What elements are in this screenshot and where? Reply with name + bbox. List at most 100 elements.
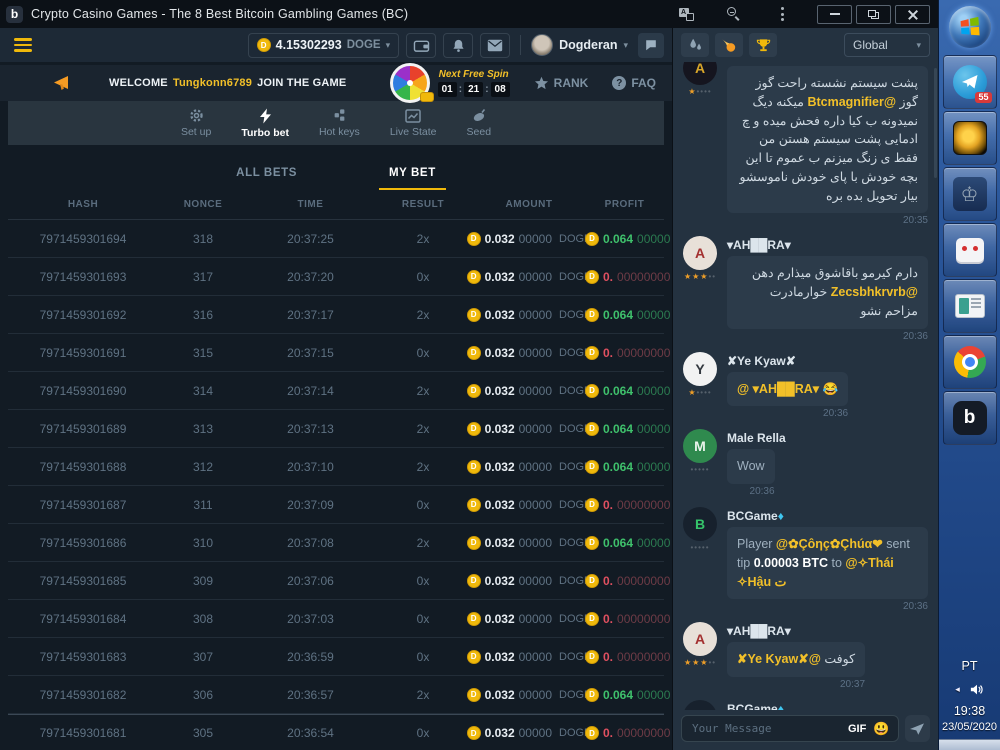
window-title: Crypto Casino Games - The 8 Best Bitcoin… <box>31 7 408 21</box>
mention[interactable]: @Btcmagnifier <box>807 95 896 109</box>
close-button[interactable] <box>895 5 930 24</box>
table-row[interactable]: 797145930169431820:37:252xD0.03200000DOG… <box>8 220 664 258</box>
time-cell: 20:37:25 <box>248 232 373 246</box>
table-row[interactable]: 797145930168731120:37:090xD0.03200000DOG… <box>8 486 664 524</box>
tab-all-bets[interactable]: ALL BETS <box>226 161 307 190</box>
amount-cell: D0.03200000DOGE <box>473 232 585 246</box>
amount-cell: D0.03200000DOGE <box>473 270 585 284</box>
emoji-button[interactable]: 😃 <box>873 721 889 737</box>
table-row[interactable]: 797145930169331720:37:200xD0.03200000DOG… <box>8 258 664 296</box>
rank-button[interactable]: RANK <box>534 76 589 90</box>
restore-button[interactable] <box>856 5 891 24</box>
chat-username[interactable]: ▾AH██RA▾ <box>727 238 928 252</box>
profit-cell: D0.06400000DOGE <box>585 460 672 474</box>
taskbar-crown-game[interactable]: ♔ <box>943 167 997 221</box>
nonce-cell: 311 <box>158 498 248 512</box>
chat-username[interactable]: BCGame♦ <box>727 702 928 710</box>
table-row[interactable]: 797145930168831220:37:102xD0.03200000DOG… <box>8 448 664 486</box>
chat-toggle-button[interactable] <box>638 33 664 58</box>
profit-cell: D0.06400000DOGE <box>585 384 672 398</box>
table-row[interactable]: 797145930169231620:37:172xD0.03200000DOG… <box>8 296 664 334</box>
wallet-button[interactable] <box>406 33 436 58</box>
tab-turbo-bet[interactable]: Turbo bet <box>241 108 289 139</box>
chat-bubble-wrap: Player @✿Çôηç✿Çhúα❤ sent tip 0.00003 BTC… <box>727 527 928 612</box>
table-row[interactable]: 797145930168530920:37:060xD0.03200000DOG… <box>8 562 664 600</box>
trophy-button[interactable] <box>749 33 777 57</box>
tab-live-state[interactable]: Live State <box>390 109 437 138</box>
speaker-icon[interactable] <box>970 683 984 696</box>
tab-seed[interactable]: Seed <box>467 108 492 138</box>
chat-username[interactable]: Male Rella <box>727 431 928 445</box>
avatar[interactable]: M <box>683 429 717 463</box>
tab-set-up[interactable]: Set up <box>181 108 211 138</box>
taskbar-bcgame[interactable]: b <box>943 391 997 445</box>
clock-date[interactable]: 23/05/2020 <box>942 721 997 733</box>
table-row[interactable]: 797145930169031420:37:142xD0.03200000DOG… <box>8 372 664 410</box>
time-cell: 20:37:17 <box>248 308 373 322</box>
avatar[interactable]: Y <box>683 352 717 386</box>
timer-hours: 01 <box>438 82 457 97</box>
avatar[interactable]: A <box>683 622 717 656</box>
notifications-bell-button[interactable] <box>443 33 473 58</box>
table-row[interactable]: 797145930169131520:37:150xD0.03200000DOG… <box>8 334 664 372</box>
fireball-button[interactable] <box>715 33 743 57</box>
nonce-cell: 313 <box>158 422 248 436</box>
taskbar-gold-game[interactable] <box>943 111 997 165</box>
windows-taskbar: 55 ♔ b PT ◂ 19:38 <box>938 0 1000 750</box>
table-row[interactable]: 797145930168130520:36:540xD0.03200000DOG… <box>8 714 664 750</box>
taskbar-chrome[interactable] <box>943 335 997 389</box>
table-row[interactable]: 797145930168631020:37:082xD0.03200000DOG… <box>8 524 664 562</box>
translate-icon[interactable]: A <box>673 4 699 24</box>
mention[interactable]: @Zecsbhkrvrb <box>831 285 918 299</box>
hidden-icons-arrow[interactable]: ◂ <box>955 684 960 695</box>
show-desktop-button[interactable] <box>939 739 1000 750</box>
avatar[interactable]: A <box>683 62 717 85</box>
chat-scrollbar[interactable] <box>934 68 937 178</box>
user-menu[interactable]: Dogderan ▾ <box>531 34 628 56</box>
chat-username[interactable]: ▾AH██RA▾ <box>727 624 928 638</box>
start-button[interactable] <box>939 0 1000 54</box>
taskbar-robot-app[interactable] <box>943 223 997 277</box>
table-row[interactable]: 797145930168430820:37:030xD0.03200000DOG… <box>8 600 664 638</box>
mention[interactable]: @ ▾AH██RA▾ <box>737 382 819 396</box>
avatar[interactable]: A <box>683 236 717 270</box>
chat-channel-select[interactable]: Global ▾ <box>844 33 930 57</box>
language-indicator[interactable]: PT <box>962 659 978 673</box>
doge-coin-icon: D <box>585 726 599 740</box>
mention[interactable]: @✿Çôηç✿Çhúα❤ <box>776 537 883 551</box>
avatar[interactable]: B <box>683 507 717 541</box>
rating-stars-on: ★★★ <box>684 658 709 667</box>
free-spin-widget[interactable]: Next Free Spin 01 : 21 : 08 <box>390 63 510 103</box>
taskbar-window-app[interactable] <box>943 279 997 333</box>
chat-username[interactable]: ✘Ye Kyaw✘ <box>727 354 928 368</box>
gif-button[interactable]: GIF <box>848 723 866 735</box>
clock-time[interactable]: 19:38 <box>954 704 985 718</box>
taskbar-telegram[interactable]: 55 <box>943 55 997 109</box>
chat-input-box[interactable]: GIF 😃 <box>681 715 899 742</box>
menu-kebab-icon[interactable] <box>769 4 795 24</box>
avatar[interactable]: B <box>683 700 717 710</box>
send-button[interactable] <box>905 715 930 742</box>
nonce-cell: 306 <box>158 688 248 702</box>
chat-input[interactable] <box>690 721 841 736</box>
zoom-icon[interactable] <box>721 4 747 24</box>
table-row[interactable]: 797145930168230620:36:572xD0.03200000DOG… <box>8 676 664 714</box>
hamburger-menu-icon[interactable] <box>14 38 32 52</box>
amount-cell: D0.03200000DOGE <box>473 346 585 360</box>
balance-currency: DOGE <box>347 39 381 51</box>
profit-cell: D0.00000000DOGE <box>585 346 672 360</box>
message-timestamp: 20:37 <box>727 679 865 690</box>
mail-button[interactable] <box>480 33 510 58</box>
profit-cell: D0.00000000DOGE <box>585 270 672 284</box>
table-row[interactable]: 797145930168330720:36:590xD0.03200000DOG… <box>8 638 664 676</box>
rain-button[interactable] <box>681 33 709 57</box>
mention[interactable]: @✘Ye Kyaw✘ <box>737 652 821 666</box>
tab-hot-keys[interactable]: Hot keys <box>319 108 360 138</box>
table-row[interactable]: 797145930168931320:37:132xD0.03200000DOG… <box>8 410 664 448</box>
chat-username[interactable]: BCGame♦ <box>727 509 928 523</box>
tab-my-bet[interactable]: MY BET <box>379 161 446 190</box>
balance-selector[interactable]: D 4.15302293 DOGE ▾ <box>248 33 399 58</box>
faq-button[interactable]: ? FAQ <box>612 76 656 90</box>
message-text: دارم کیرمو باقاشوق میذارم دهن <box>752 266 918 280</box>
minimize-button[interactable] <box>817 5 852 24</box>
